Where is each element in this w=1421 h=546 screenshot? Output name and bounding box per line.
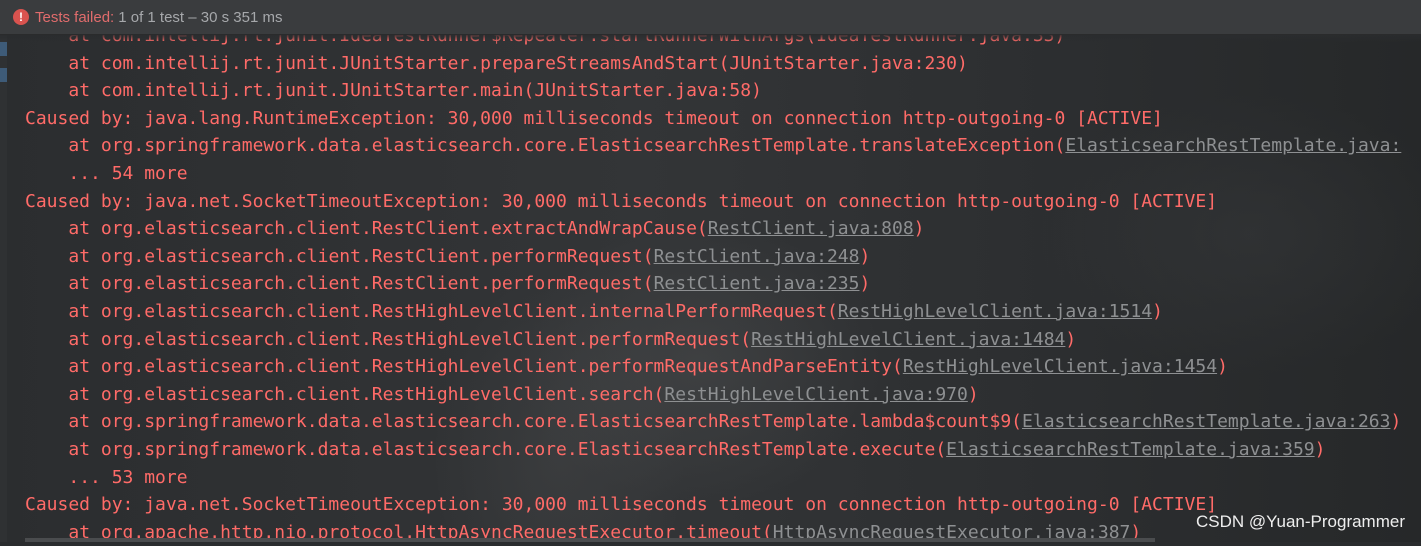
- console-line: at com.intellij.rt.junit.JUnitStarter.pr…: [25, 50, 1421, 78]
- line-text: at org.elasticsearch.client.RestHighLeve…: [68, 356, 903, 378]
- source-link[interactable]: RestHighLevelClient.java:1454: [903, 356, 1217, 377]
- source-link[interactable]: RestHighLevelClient.java:970: [664, 384, 967, 405]
- line-text: at com.intellij.rt.junit.JUnitStarter.pr…: [68, 52, 968, 74]
- line-text: at org.springframework.data.elasticsearc…: [68, 438, 947, 460]
- source-link[interactable]: ElasticsearchRestTemplate.java:359: [946, 439, 1314, 460]
- line-suffix: ): [967, 383, 979, 405]
- line-text: at com.intellij.rt.junit.JUnitStarter.ma…: [68, 80, 762, 102]
- console-line: at org.elasticsearch.client.RestHighLeve…: [25, 326, 1421, 354]
- line-text: ... 53 more: [68, 466, 188, 488]
- status-detail: 1 of 1 test – 30 s 351 ms: [118, 8, 283, 26]
- line-suffix: ): [913, 218, 925, 240]
- console-line: ... 53 more: [25, 464, 1421, 492]
- line-suffix: ): [859, 273, 871, 295]
- test-status-bar: ! Tests failed: 1 of 1 test – 30 s 351 m…: [0, 0, 1421, 35]
- console-line: at org.springframework.data.elasticsearc…: [25, 408, 1421, 436]
- source-link[interactable]: RestClient.java:808: [708, 218, 914, 239]
- console-line: at org.elasticsearch.client.RestHighLeve…: [25, 381, 1421, 409]
- gutter-marker: [0, 68, 7, 82]
- error-icon: !: [13, 9, 29, 25]
- line-text: Caused by: java.net.SocketTimeoutExcepti…: [25, 190, 1218, 212]
- line-text: at org.springframework.data.elasticsearc…: [68, 411, 1023, 433]
- line-suffix: ): [859, 245, 871, 267]
- console-line: at com.intellij.rt.junit.JUnitStarter.ma…: [25, 77, 1421, 105]
- console-line: at org.elasticsearch.client.RestClient.e…: [25, 215, 1421, 243]
- source-link[interactable]: RestHighLevelClient.java:1484: [751, 329, 1065, 350]
- console-line: at org.elasticsearch.client.RestHighLeve…: [25, 353, 1421, 381]
- source-link[interactable]: RestClient.java:235: [654, 273, 860, 294]
- line-suffix: ): [1065, 328, 1077, 350]
- line-suffix: ): [1217, 356, 1228, 378]
- console-line: at org.springframework.data.elasticsearc…: [25, 436, 1421, 464]
- source-link[interactable]: ElasticsearchRestTemplate.java:: [1065, 135, 1401, 156]
- console-line: at org.elasticsearch.client.RestHighLeve…: [25, 298, 1421, 326]
- console-line: ... 54 more: [25, 160, 1421, 188]
- line-suffix: ): [1314, 438, 1326, 460]
- console-line: Caused by: java.net.SocketTimeoutExcepti…: [25, 188, 1421, 216]
- source-link[interactable]: RestHighLevelClient.java:1514: [838, 301, 1152, 322]
- line-text: at org.elasticsearch.client.RestClient.p…: [68, 245, 654, 267]
- line-text: at org.springframework.data.elasticsearc…: [68, 135, 1066, 157]
- horizontal-scrollbar[interactable]: [25, 538, 1155, 542]
- watermark: CSDN @Yuan-Programmer: [1195, 512, 1405, 531]
- console-line: at org.elasticsearch.client.RestClient.p…: [25, 270, 1421, 298]
- line-text: at org.elasticsearch.client.RestHighLeve…: [68, 300, 838, 322]
- console-output[interactable]: at com.intellij.rt.junit.IdeaTestRunner$…: [25, 22, 1421, 543]
- console-line: at org.springframework.data.elasticsearc…: [25, 132, 1421, 160]
- source-link[interactable]: ElasticsearchRestTemplate.java:263: [1022, 411, 1390, 432]
- line-text: at org.elasticsearch.client.RestHighLeve…: [68, 328, 752, 350]
- console-line: at org.elasticsearch.client.RestClient.p…: [25, 243, 1421, 271]
- line-text: at org.elasticsearch.client.RestHighLeve…: [68, 383, 665, 405]
- status-label: Tests failed:: [35, 8, 115, 26]
- line-text: Caused by: java.lang.RuntimeException: 3…: [25, 107, 1163, 129]
- line-text: Caused by: java.net.SocketTimeoutExcepti…: [25, 494, 1218, 516]
- console-line: Caused by: java.lang.RuntimeException: 3…: [25, 105, 1421, 133]
- line-text: at org.elasticsearch.client.RestClient.p…: [68, 273, 654, 295]
- console-gutter: [0, 34, 7, 542]
- source-link[interactable]: RestClient.java:248: [654, 246, 860, 267]
- line-text: at org.elasticsearch.client.RestClient.e…: [68, 218, 708, 240]
- line-text: ... 54 more: [68, 162, 188, 184]
- console-fade: [0, 34, 1421, 42]
- gutter-marker: [0, 42, 7, 56]
- line-suffix: ): [1390, 411, 1402, 433]
- line-suffix: ): [1152, 300, 1163, 322]
